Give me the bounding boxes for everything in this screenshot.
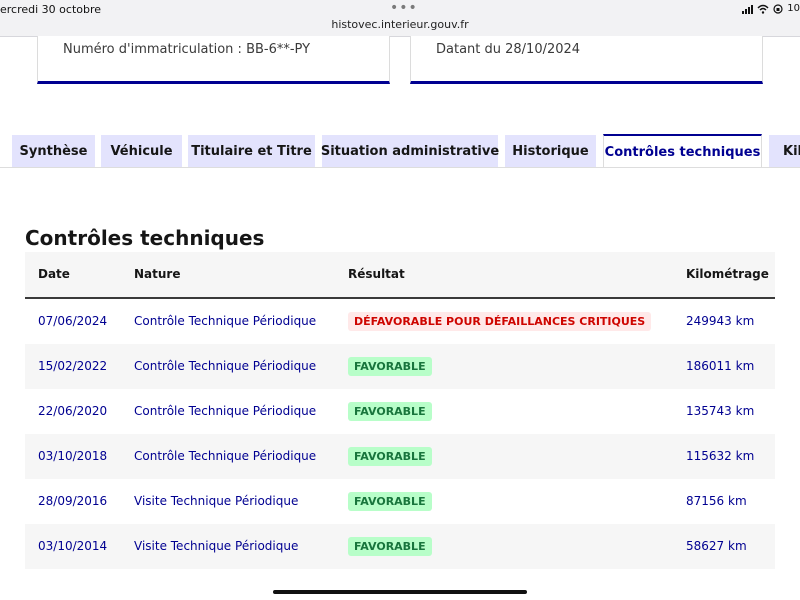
tab-situation-administrative[interactable]: Situation administrative: [321, 135, 499, 168]
wifi-icon: [757, 4, 769, 14]
home-indicator[interactable]: [273, 590, 527, 594]
header-nature: Nature: [134, 267, 181, 281]
row-date: 22/06/2020: [38, 404, 108, 418]
row-nature: Visite Technique Périodique: [134, 494, 299, 508]
status-badge: FAVORABLE: [348, 357, 432, 376]
status-indicators: 10: [742, 3, 800, 14]
rotation-lock-icon: [773, 3, 783, 14]
row-nature: Visite Technique Périodique: [134, 539, 299, 553]
row-date: 15/02/2022: [38, 359, 108, 373]
row-nature: Contrôle Technique Périodique: [134, 404, 317, 418]
table-row: 03/10/2014 Visite Technique Périodique F…: [25, 524, 775, 569]
status-badge: FAVORABLE: [348, 402, 432, 421]
table-row: 22/06/2020 Contrôle Technique Périodique…: [25, 389, 775, 434]
registration-number: Numéro d'immatriculation : BB-6**-PY: [63, 42, 311, 57]
tab-kilometrage[interactable]: Kilo: [769, 135, 800, 168]
status-badge: DÉFAVORABLE POUR DÉFAILLANCES CRITIQUES: [348, 312, 652, 331]
row-date: 07/06/2024: [38, 314, 108, 328]
browser-status-bar: ercredi 30 octobre ••• histovec.interieu…: [0, 0, 800, 37]
row-nature: Contrôle Technique Périodique: [134, 359, 317, 373]
row-km: 186011 km: [686, 359, 755, 373]
row-nature: Contrôle Technique Périodique: [134, 314, 317, 328]
row-km: 115632 km: [686, 449, 755, 463]
status-badge: FAVORABLE: [348, 537, 432, 556]
row-date: 03/10/2014: [38, 539, 108, 553]
status-badge: FAVORABLE: [348, 492, 432, 511]
header-km: Kilométrage: [686, 267, 769, 281]
row-km: 58627 km: [686, 539, 747, 553]
table-body: 07/06/2024 Contrôle Technique Périodique…: [25, 299, 775, 569]
row-km: 135743 km: [686, 404, 755, 418]
more-dots-icon[interactable]: •••: [390, 0, 418, 16]
row-date: 28/09/2016: [38, 494, 108, 508]
row-km: 87156 km: [686, 494, 747, 508]
status-date: ercredi 30 octobre: [0, 3, 102, 16]
tab-titulaire-et-titre[interactable]: Titulaire et Titre: [188, 135, 315, 168]
address-bar-url[interactable]: histovec.interieur.gouv.fr: [0, 18, 800, 31]
row-km: 249943 km: [686, 314, 755, 328]
technical-inspections-table: Date Nature Résultat Kilométrage 07/06/2…: [25, 252, 775, 569]
tab-historique[interactable]: Historique: [505, 135, 596, 168]
table-header: Date Nature Résultat Kilométrage: [25, 252, 775, 299]
battery-text: 10: [787, 3, 800, 14]
registration-card: Numéro d'immatriculation : BB-6**-PY: [37, 36, 390, 84]
tab-controles-techniques[interactable]: Contrôles techniques: [603, 134, 762, 168]
table-row: 15/02/2022 Contrôle Technique Périodique…: [25, 344, 775, 389]
tab-bar: Synthèse Véhicule Titulaire et Titre Sit…: [0, 134, 800, 168]
table-row: 28/09/2016 Visite Technique Périodique F…: [25, 479, 775, 524]
report-date: Datant du 28/10/2024: [436, 42, 581, 57]
row-date: 03/10/2018: [38, 449, 108, 463]
table-row: 07/06/2024 Contrôle Technique Périodique…: [25, 299, 775, 344]
report-date-card: Datant du 28/10/2024: [410, 36, 763, 84]
tab-synthese[interactable]: Synthèse: [12, 135, 95, 168]
status-badge: FAVORABLE: [348, 447, 432, 466]
header-date: Date: [38, 267, 70, 281]
row-nature: Contrôle Technique Périodique: [134, 449, 317, 463]
table-row: 03/10/2018 Contrôle Technique Périodique…: [25, 434, 775, 479]
header-result: Résultat: [348, 267, 405, 281]
signal-icon: [742, 4, 754, 14]
section-title: Contrôles techniques: [25, 226, 265, 250]
tab-vehicule[interactable]: Véhicule: [101, 135, 182, 168]
